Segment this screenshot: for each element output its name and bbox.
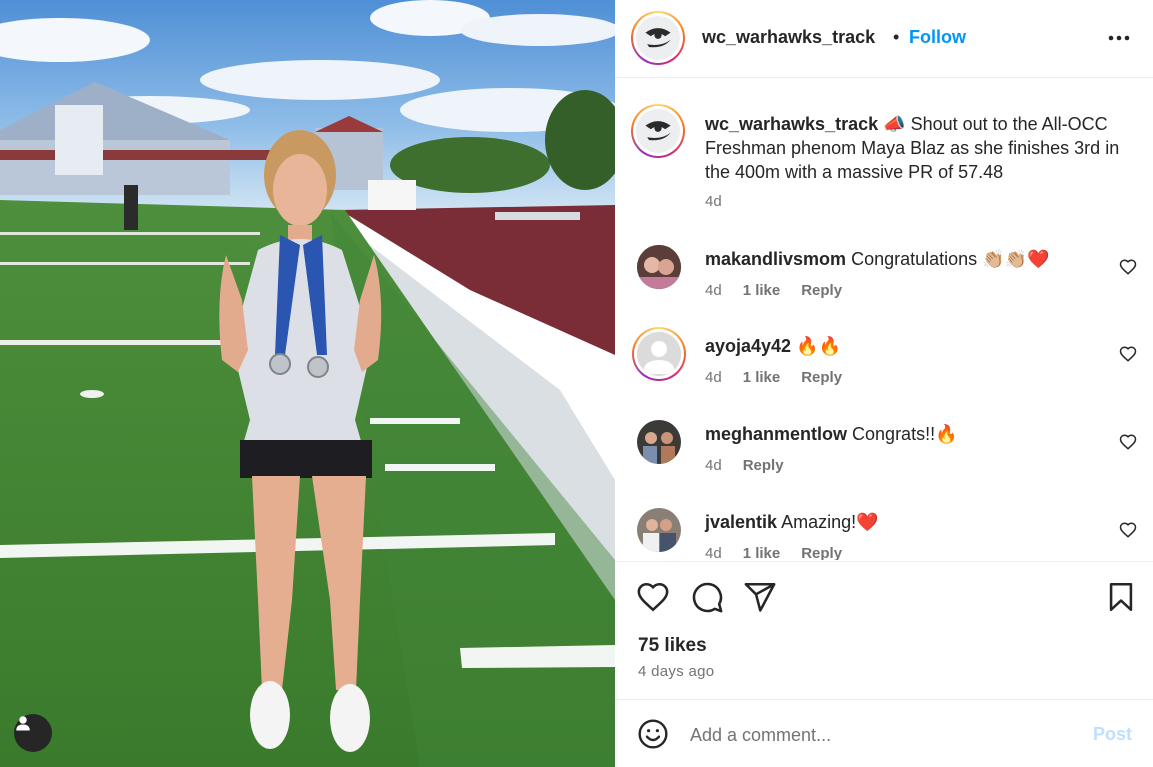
post-date[interactable]: 4 days ago <box>638 663 714 680</box>
commenter-avatar[interactable] <box>637 508 681 552</box>
user-tag-icon <box>16 716 30 731</box>
comment-likes[interactable]: 1 like <box>743 369 781 386</box>
reply-button[interactable]: Reply <box>801 282 842 299</box>
warhawks-logo-icon <box>645 121 671 141</box>
post-image <box>0 0 615 767</box>
comment-body: Congrats!!🔥 <box>852 424 958 444</box>
comment-meta: 4d Reply <box>705 457 784 474</box>
separator-dot: • <box>893 27 900 47</box>
post-comment-button[interactable]: Post <box>1093 724 1132 745</box>
default-avatar-icon <box>637 332 681 376</box>
post-header: wc_warhawks_track • Follow <box>615 0 1153 78</box>
heart-icon[interactable] <box>1119 345 1137 363</box>
commenter-avatar[interactable] <box>637 420 681 464</box>
share-icon[interactable] <box>743 580 777 614</box>
caption-text: wc_warhawks_track 📣 Shout out to the All… <box>705 112 1145 184</box>
likes-count[interactable]: 75 likes <box>638 635 707 657</box>
author-username[interactable]: wc_warhawks_track <box>702 27 875 48</box>
comment-text: ayoja4y42 🔥🔥 <box>705 334 1105 358</box>
commenter-avatar[interactable] <box>637 245 681 289</box>
comment-item: makandlivsmom Congratulations 👏🏼👏🏼❤️ 4d … <box>615 245 1153 325</box>
reply-button[interactable]: Reply <box>801 545 842 560</box>
like-heart-icon[interactable] <box>636 580 670 614</box>
comment-likes[interactable]: 1 like <box>743 282 781 299</box>
comment-item: ayoja4y42 🔥🔥 4d 1 like Reply <box>615 327 1153 412</box>
heart-icon[interactable] <box>1119 258 1137 276</box>
emoji-icon[interactable] <box>637 718 669 750</box>
caption-timestamp[interactable]: 4d <box>705 193 722 210</box>
comment-body: Amazing!❤️ <box>781 512 879 532</box>
comment-text: makandlivsmom Congratulations 👏🏼👏🏼❤️ <box>705 247 1105 271</box>
megaphone-emoji: 📣 <box>883 114 906 134</box>
caption-username[interactable]: wc_warhawks_track <box>705 114 878 134</box>
comment-body: 🔥🔥 <box>796 336 841 356</box>
more-icon[interactable] <box>1105 24 1133 52</box>
comment-time[interactable]: 4d <box>705 369 722 386</box>
reply-button[interactable]: Reply <box>743 457 784 474</box>
comment-time[interactable]: 4d <box>705 457 722 474</box>
comments-list[interactable]: wc_warhawks_track 📣 Shout out to the All… <box>615 79 1153 560</box>
bookmark-icon[interactable] <box>1104 580 1138 614</box>
comment-icon[interactable] <box>690 580 724 614</box>
comment-input[interactable] <box>690 720 1070 750</box>
commenter-username[interactable]: ayoja4y42 <box>705 336 791 356</box>
comment-time[interactable]: 4d <box>705 545 722 560</box>
commenter-username[interactable]: makandlivsmom <box>705 249 846 269</box>
comment-composer: Post <box>615 699 1153 767</box>
comment-meta: 4d 1 like Reply <box>705 545 842 560</box>
reply-button[interactable]: Reply <box>801 369 842 386</box>
user-tag-button[interactable] <box>14 714 52 752</box>
commenter-avatar[interactable] <box>632 327 686 381</box>
avatar-photo <box>637 508 681 552</box>
commenter-username[interactable]: meghanmentlow <box>705 424 847 444</box>
comment-item: meghanmentlow Congrats!!🔥 4d Reply <box>615 420 1153 500</box>
warhawks-logo-icon <box>645 28 671 48</box>
caption-avatar[interactable] <box>631 104 685 158</box>
comment-meta: 4d 1 like Reply <box>705 369 842 386</box>
post-panel: wc_warhawks_track • Follow wc_warhawks_t… <box>615 0 1153 767</box>
heart-icon[interactable] <box>1119 521 1137 539</box>
author-avatar[interactable] <box>631 11 685 65</box>
comment-meta: 4d 1 like Reply <box>705 282 842 299</box>
comment-text: jvalentik Amazing!❤️ <box>705 510 1105 534</box>
commenter-username[interactable]: jvalentik <box>705 512 777 532</box>
comment-time[interactable]: 4d <box>705 282 722 299</box>
post-actions: 75 likes 4 days ago <box>615 561 1153 698</box>
heart-icon[interactable] <box>1119 433 1137 451</box>
avatar-photo <box>637 420 681 464</box>
post-photo[interactable] <box>0 0 615 767</box>
avatar-photo <box>637 245 681 289</box>
comment-likes[interactable]: 1 like <box>743 545 781 560</box>
comment-item: jvalentik Amazing!❤️ 4d 1 like Reply <box>615 508 1153 560</box>
comment-text: meghanmentlow Congrats!!🔥 <box>705 422 1105 446</box>
follow-button[interactable]: Follow <box>909 27 966 48</box>
comment-body: Congratulations 👏🏼👏🏼❤️ <box>851 249 1050 269</box>
